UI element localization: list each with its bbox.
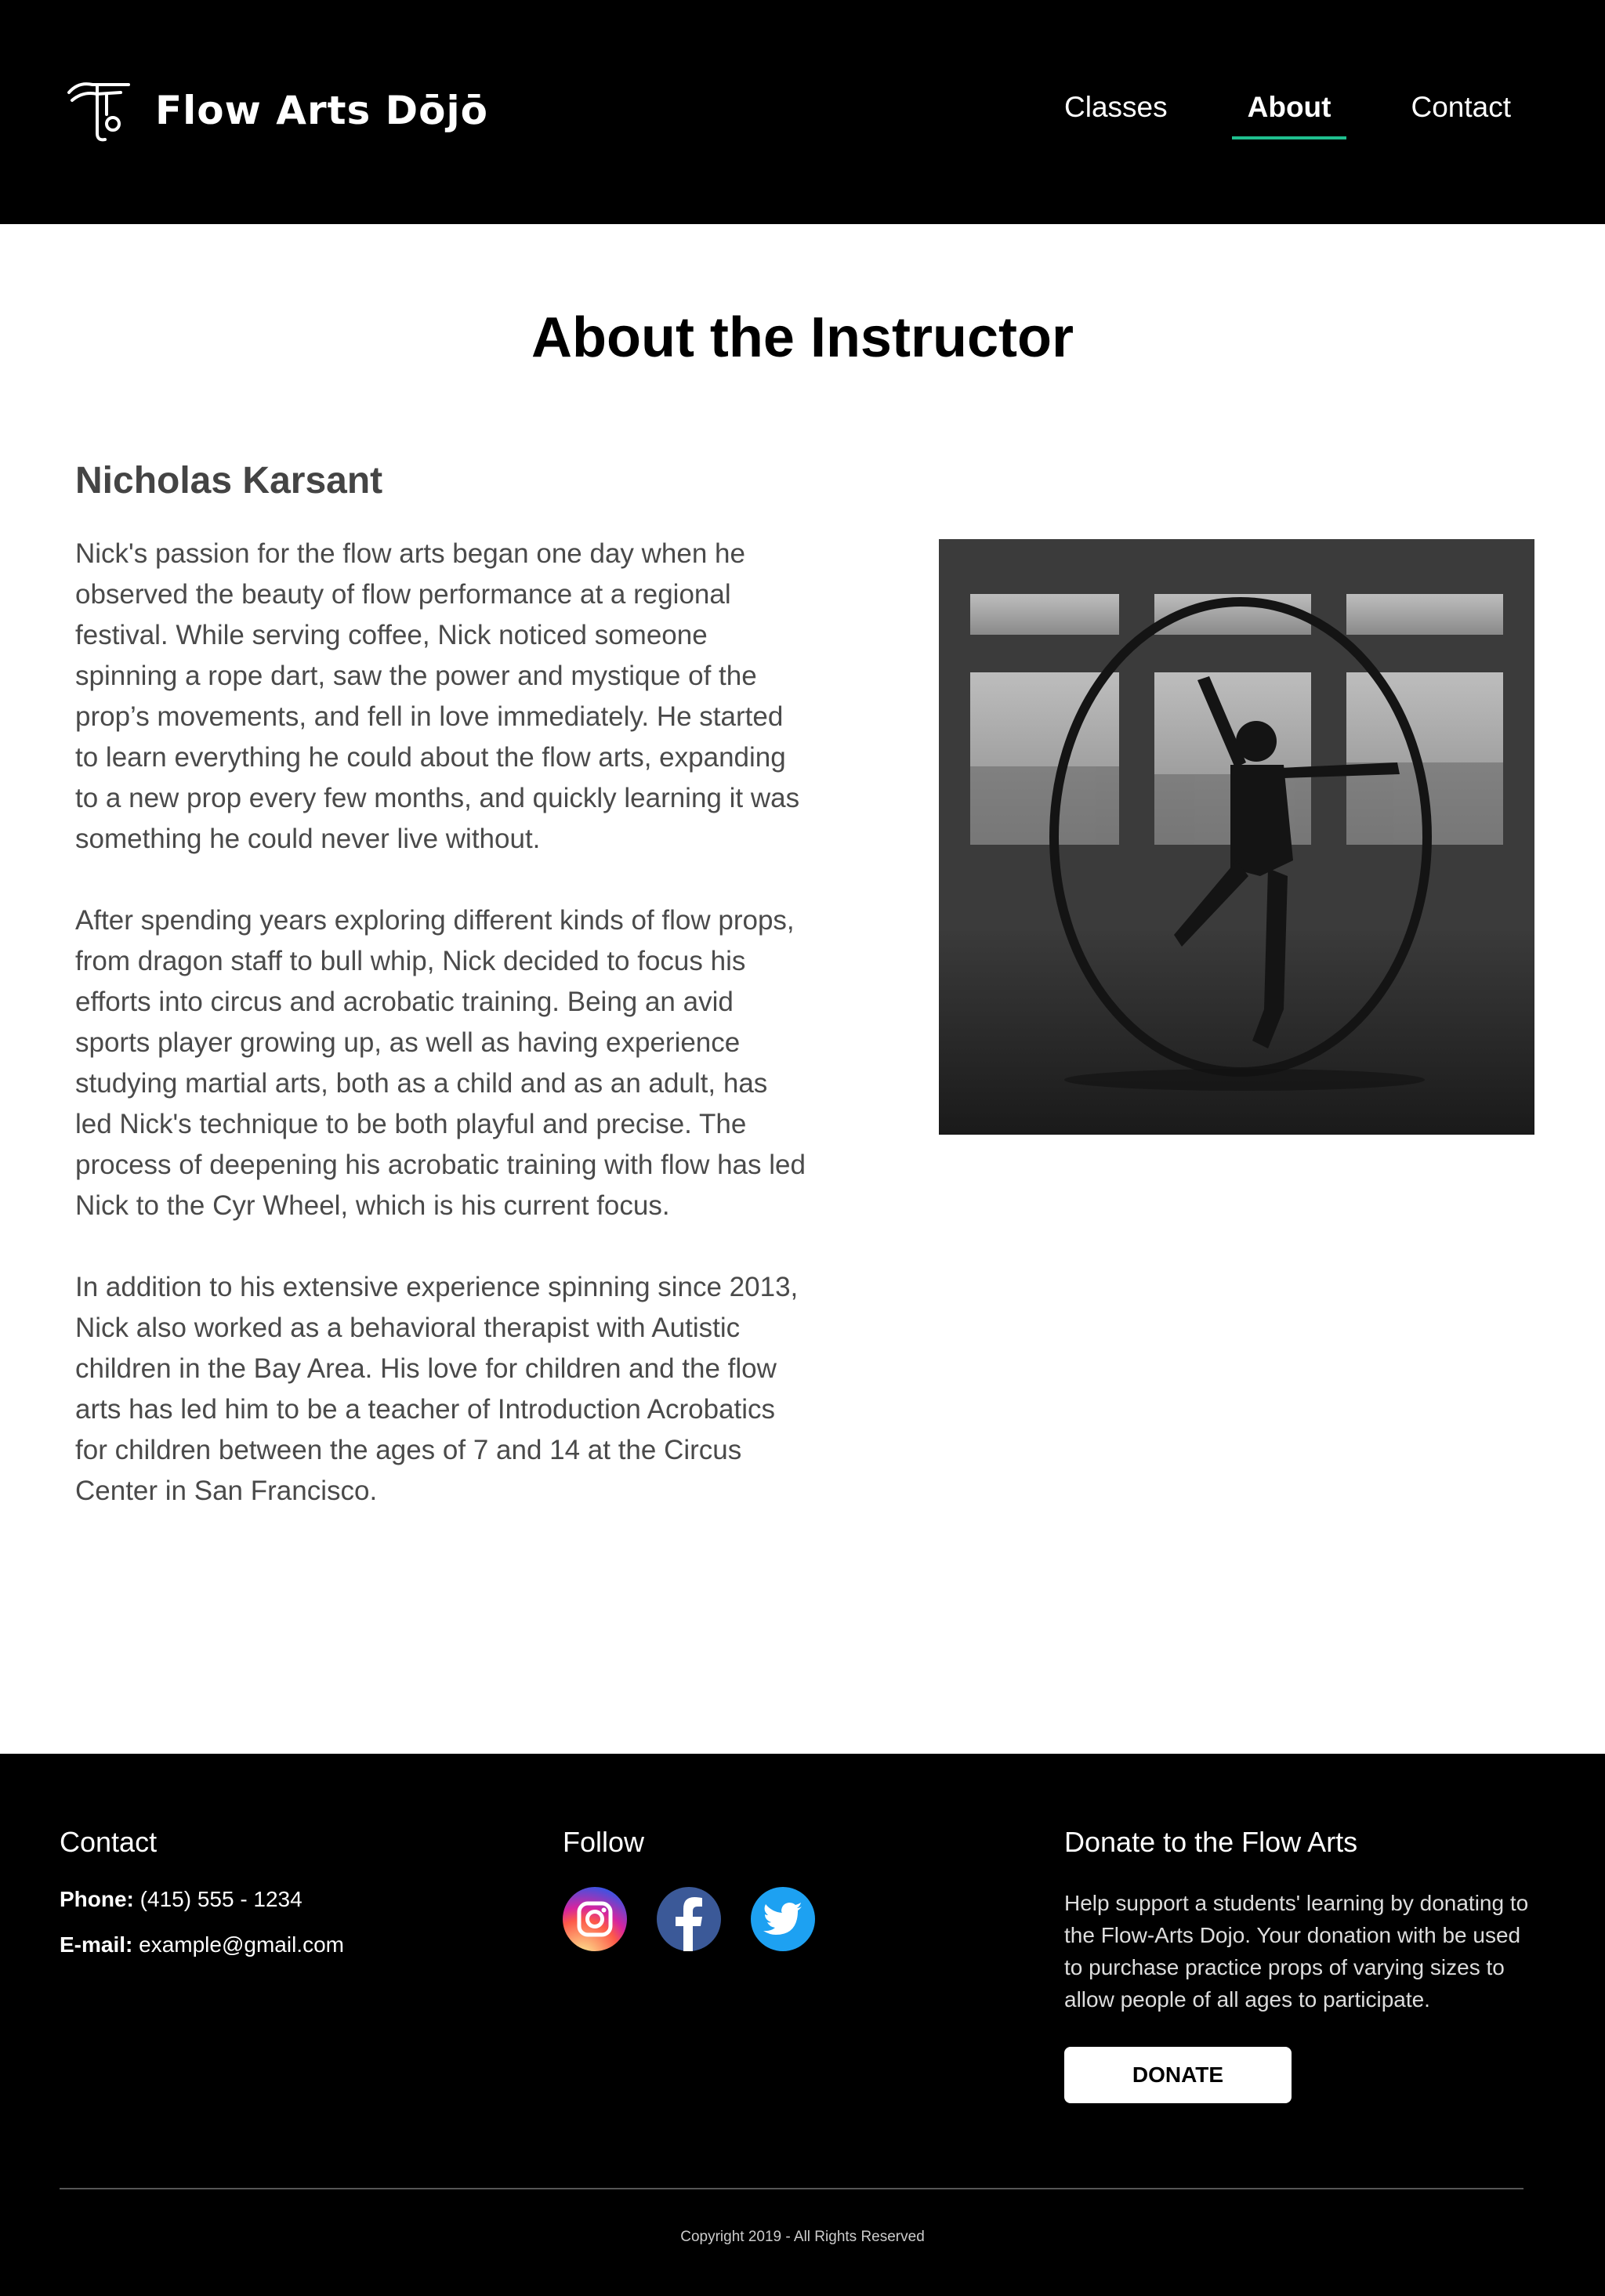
footer-contact-title: Contact	[60, 1826, 158, 1858]
footer-contact: Contact Phone: (415) 555 - 1234 E-mail: …	[60, 1826, 344, 1978]
instagram-icon[interactable]	[563, 1887, 627, 1951]
phone-label: Phone:	[60, 1887, 134, 1911]
site-footer: Contact Phone: (415) 555 - 1234 E-mail: …	[0, 1754, 1605, 2296]
bio-paragraph: In addition to his extensive experience …	[75, 1272, 799, 1506]
instructor-name: Nicholas Karsant	[75, 460, 383, 502]
logo-icon	[67, 82, 130, 142]
donate-button[interactable]: DONATE	[1064, 2047, 1292, 2103]
copyright: Copyright 2019 - All Rights Reserved	[680, 2229, 925, 2245]
bio-paragraph: Nick's passion for the flow arts began o…	[75, 538, 800, 854]
social-links	[563, 1887, 845, 1951]
nav-item-classes[interactable]: Classes	[1049, 91, 1183, 124]
instructor-photo-image	[939, 539, 1534, 1135]
bio-paragraph: After spending years exploring different…	[75, 905, 806, 1221]
logo[interactable]: Flow Arts Dōjō	[66, 75, 488, 146]
twitter-glyph	[763, 1903, 802, 1935]
brand-name: Flow Arts Dōjō	[155, 88, 489, 133]
contact-email: E-mail: example@gmail.com	[60, 1932, 344, 1957]
site-header: Flow Arts Dōjō Classes About Contact	[0, 0, 1605, 224]
email-value[interactable]: example@gmail.com	[139, 1932, 344, 1957]
phone-value[interactable]: (415) 555 - 1234	[140, 1887, 303, 1911]
facebook-icon[interactable]	[657, 1887, 721, 1951]
footer-divider	[60, 2188, 1523, 2189]
email-label: E-mail:	[60, 1932, 133, 1957]
instagram-glyph	[577, 1901, 613, 1937]
main-nav: Classes About Contact	[1000, 91, 1527, 139]
instructor-photo	[939, 539, 1534, 1135]
contact-phone: Phone: (415) 555 - 1234	[60, 1887, 344, 1912]
footer-follow-title: Follow	[563, 1826, 645, 1858]
nav-item-about[interactable]: About	[1231, 91, 1347, 139]
instructor-bio: Nicholas Karsant Nick's passion for the …	[75, 459, 808, 1552]
footer-donate-title: Donate to the Flow Arts	[1064, 1826, 1358, 1858]
donate-description: Help support a students' learning by don…	[1064, 1891, 1529, 2012]
footer-follow: Follow	[563, 1826, 845, 1951]
facebook-glyph	[676, 1897, 702, 1951]
twitter-icon[interactable]	[751, 1887, 815, 1951]
page-title: About the Instructor	[531, 306, 1074, 369]
nav-item-contact[interactable]: Contact	[1395, 91, 1527, 124]
footer-donate: Donate to the Flow Arts Help support a s…	[1064, 1826, 1534, 2103]
